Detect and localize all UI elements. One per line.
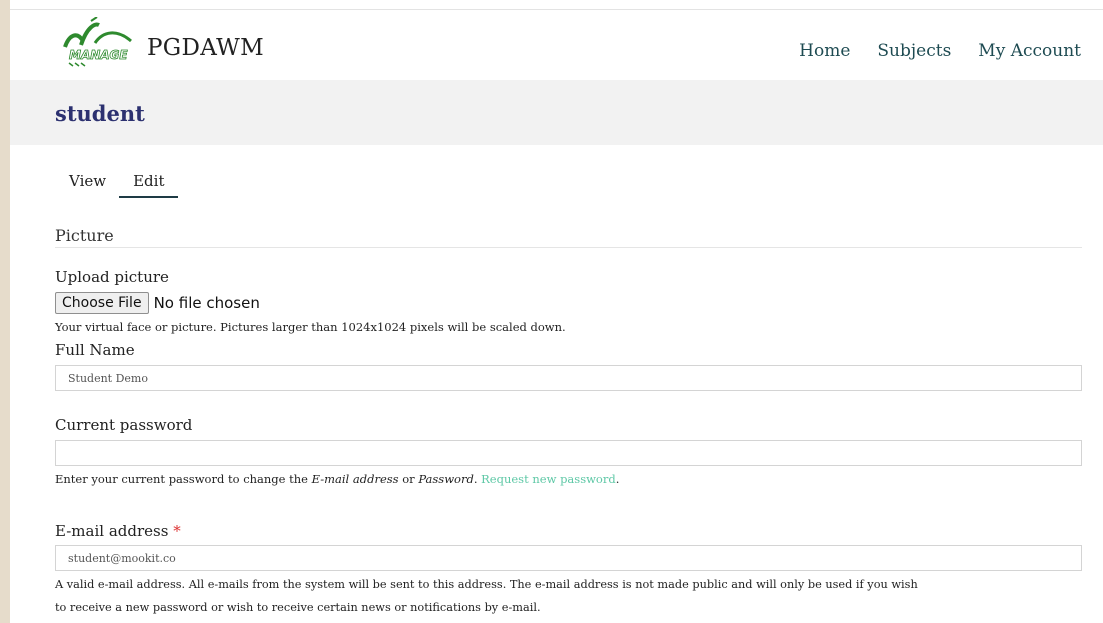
tab-view[interactable]: View bbox=[69, 172, 106, 198]
desc-password-em: Password bbox=[418, 472, 474, 486]
main-navigation: Home Subjects My Account bbox=[799, 41, 1081, 61]
full-name-label: Full Name bbox=[55, 341, 135, 359]
file-upload-control: Choose File No file chosen bbox=[55, 292, 260, 314]
tab-edit[interactable]: Edit bbox=[119, 172, 179, 198]
picture-description: Your virtual face or picture. Pictures l… bbox=[55, 320, 566, 334]
top-divider bbox=[10, 0, 1103, 10]
site-header: MANAGE PGDAWM Home Subjects My Account bbox=[10, 10, 1103, 80]
request-new-password-link[interactable]: Request new password bbox=[481, 472, 616, 486]
local-tabs: View Edit bbox=[69, 172, 179, 198]
current-password-input[interactable] bbox=[55, 440, 1082, 466]
manage-logo-icon: MANAGE bbox=[63, 16, 132, 67]
desc-or: or bbox=[398, 472, 419, 486]
site-logo[interactable]: MANAGE bbox=[61, 16, 141, 67]
current-password-label: Current password bbox=[55, 416, 193, 434]
full-name-input[interactable] bbox=[55, 365, 1082, 391]
email-label-text: E-mail address bbox=[55, 522, 169, 540]
nav-my-account-link[interactable]: My Account bbox=[978, 41, 1081, 61]
page-title: student bbox=[55, 101, 145, 126]
page-title-band: student bbox=[10, 80, 1103, 145]
current-password-description: Enter your current password to change th… bbox=[55, 472, 619, 486]
desc-email-em: E-mail address bbox=[311, 472, 399, 486]
logo-text: MANAGE bbox=[69, 48, 128, 62]
nav-subjects-link[interactable]: Subjects bbox=[877, 41, 951, 61]
picture-fieldset: Picture bbox=[55, 226, 1082, 248]
choose-file-button[interactable]: Choose File bbox=[55, 292, 149, 314]
nav-home-link[interactable]: Home bbox=[799, 41, 850, 61]
no-file-chosen-text: No file chosen bbox=[153, 294, 260, 312]
upload-picture-label: Upload picture bbox=[55, 268, 169, 286]
required-marker: * bbox=[173, 522, 181, 540]
site-name[interactable]: PGDAWM bbox=[147, 35, 264, 61]
email-input[interactable] bbox=[55, 545, 1082, 571]
desc-end: . bbox=[615, 472, 620, 486]
desc-prefix: Enter your current password to change th… bbox=[55, 472, 312, 486]
email-description-line-2: to receive a new password or wish to rec… bbox=[55, 601, 541, 614]
picture-legend: Picture bbox=[55, 226, 114, 245]
left-border-stripe bbox=[0, 0, 10, 623]
email-description-line-1: A valid e-mail address. All e-mails from… bbox=[55, 578, 918, 591]
email-label: E-mail address * bbox=[55, 522, 181, 540]
